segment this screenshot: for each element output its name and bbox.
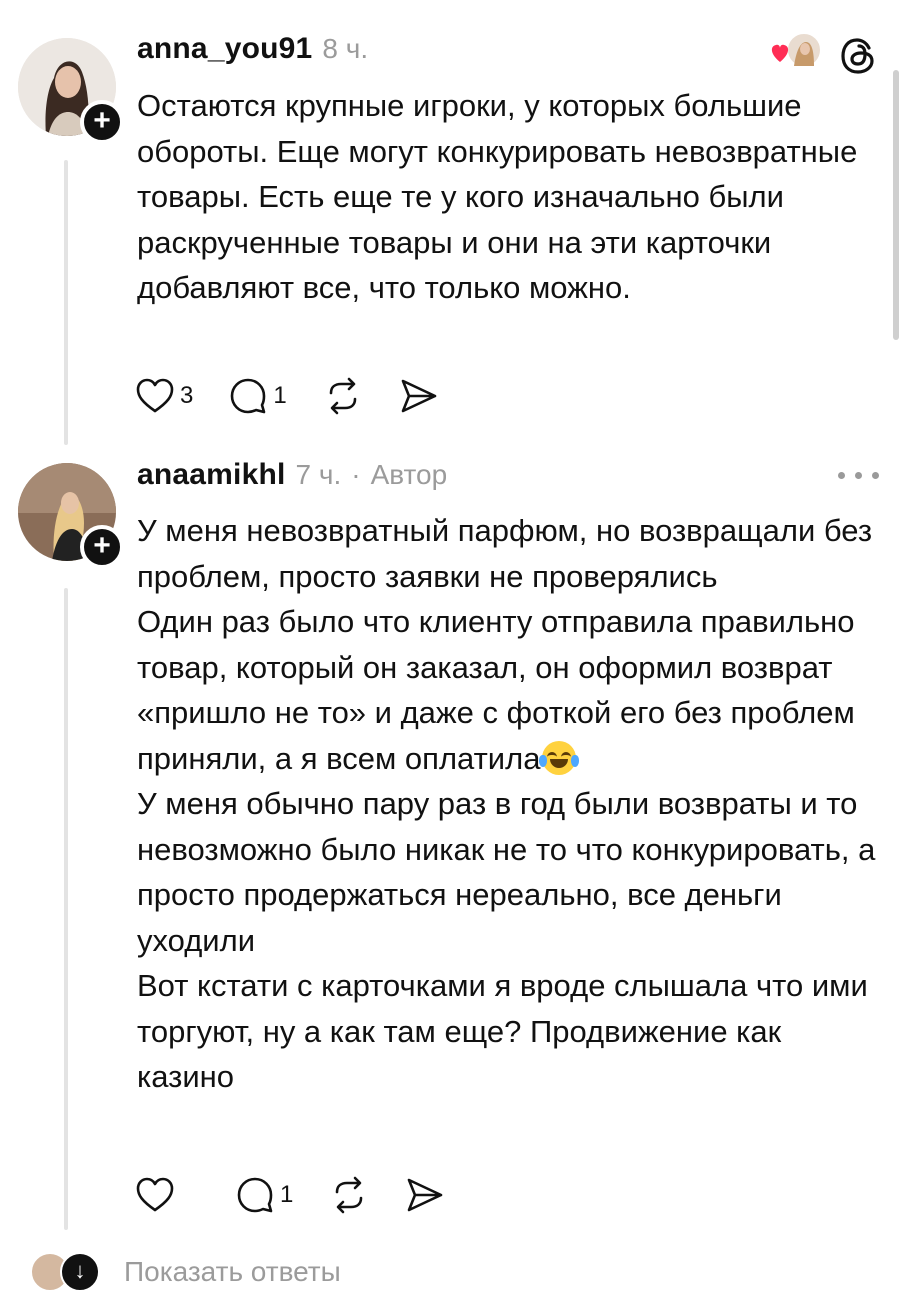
- post-actions: 1: [136, 1175, 481, 1215]
- avatar-anaamikhl[interactable]: +: [18, 463, 124, 569]
- post-body: Остаются крупные игроки, у которых больш…: [137, 83, 877, 311]
- reply-button[interactable]: 1: [229, 377, 287, 415]
- post-header: anaamikhl 7 ч. · Автор: [137, 458, 447, 498]
- repost-icon: [336, 1176, 363, 1214]
- reply-count: 1: [273, 382, 287, 409]
- send-icon: [408, 1178, 443, 1212]
- post-paragraph: Остаются крупные игроки, у которых больш…: [137, 88, 858, 305]
- separator-dot: ·: [351, 459, 361, 490]
- reply-button[interactable]: 1: [236, 1176, 293, 1214]
- comment-bubble-icon: [237, 1177, 273, 1213]
- post-header: anna_you91 8 ч.: [137, 32, 368, 72]
- post-paragraph: Вот кстати с карточками я вроде слышала …: [137, 968, 868, 1094]
- thread-line: [64, 588, 68, 1230]
- post-body: У меня невозвратный парфюм, но возвращал…: [137, 508, 877, 1100]
- like-button[interactable]: 3: [136, 378, 193, 414]
- post-paragraph-text: Один раз было что клиенту отправила прав…: [137, 604, 855, 776]
- reply-count: 1: [280, 1181, 294, 1208]
- repost-button[interactable]: [329, 1176, 369, 1214]
- tears-of-joy-emoji: [539, 740, 580, 775]
- heart-icon: [136, 378, 174, 413]
- liked-by-author-icon: [766, 32, 824, 72]
- reply-avatar-follow: ↓: [60, 1252, 100, 1292]
- threads-logo-icon[interactable]: [838, 36, 878, 76]
- heart-icon: [136, 1177, 174, 1212]
- scrollbar[interactable]: [893, 70, 899, 340]
- share-button[interactable]: [405, 1176, 445, 1214]
- show-replies-row[interactable]: ↓ Показать ответы: [30, 1252, 341, 1292]
- repost-button[interactable]: [323, 377, 363, 415]
- like-button[interactable]: [136, 1177, 180, 1213]
- post-paragraph: У меня невозвратный парфюм, но возвращал…: [137, 513, 873, 594]
- follow-plus-button[interactable]: +: [80, 100, 124, 144]
- avatar-anna[interactable]: +: [18, 38, 124, 144]
- thread-line: [64, 160, 68, 445]
- post-time: 8 ч.: [322, 33, 369, 64]
- show-replies-link[interactable]: Показать ответы: [124, 1256, 341, 1288]
- like-count: 3: [180, 382, 194, 409]
- author-label: Автор: [370, 459, 448, 490]
- comment-bubble-icon: [231, 378, 266, 414]
- post-actions: 3 1: [136, 376, 475, 416]
- send-icon: [401, 379, 437, 413]
- share-button[interactable]: [399, 377, 439, 415]
- repost-icon: [329, 377, 357, 415]
- username[interactable]: anaamikhl: [137, 458, 286, 492]
- post-time: 7 ч.: [295, 459, 342, 490]
- username[interactable]: anna_you91: [137, 32, 312, 66]
- follow-plus-button[interactable]: +: [80, 525, 124, 569]
- post-paragraph: Один раз было что клиенту отправила прав…: [137, 599, 877, 781]
- more-dots-icon[interactable]: [836, 466, 882, 486]
- post-paragraph: У меня обычно пару раз в год были возвра…: [137, 786, 876, 958]
